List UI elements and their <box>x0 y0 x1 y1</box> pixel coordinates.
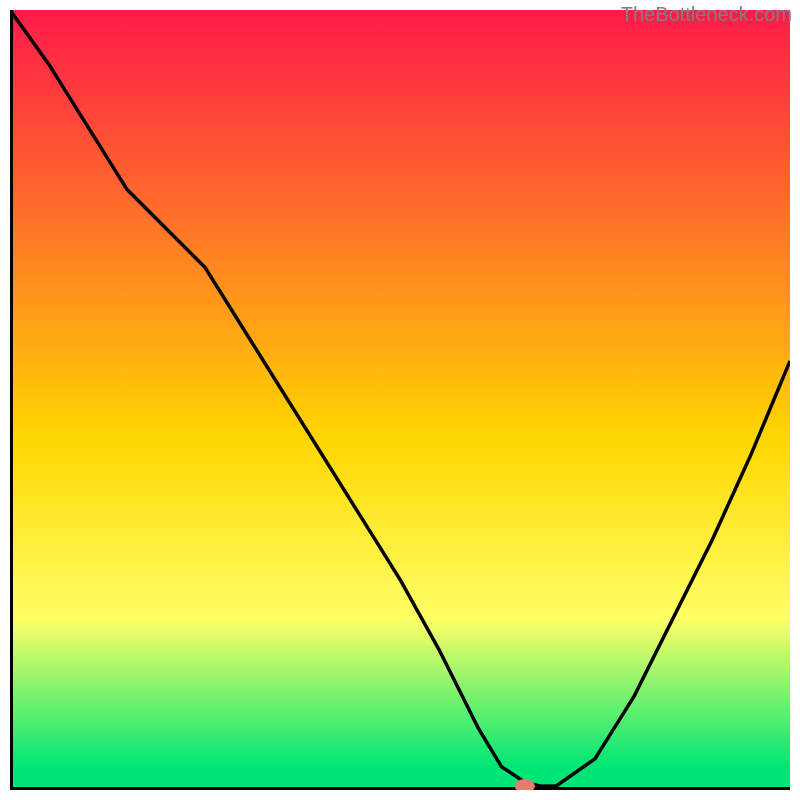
watermark-text: TheBottleneck.com <box>621 4 792 27</box>
gradient-background <box>10 10 790 790</box>
chart-container <box>10 10 790 790</box>
bottleneck-chart <box>10 10 790 790</box>
